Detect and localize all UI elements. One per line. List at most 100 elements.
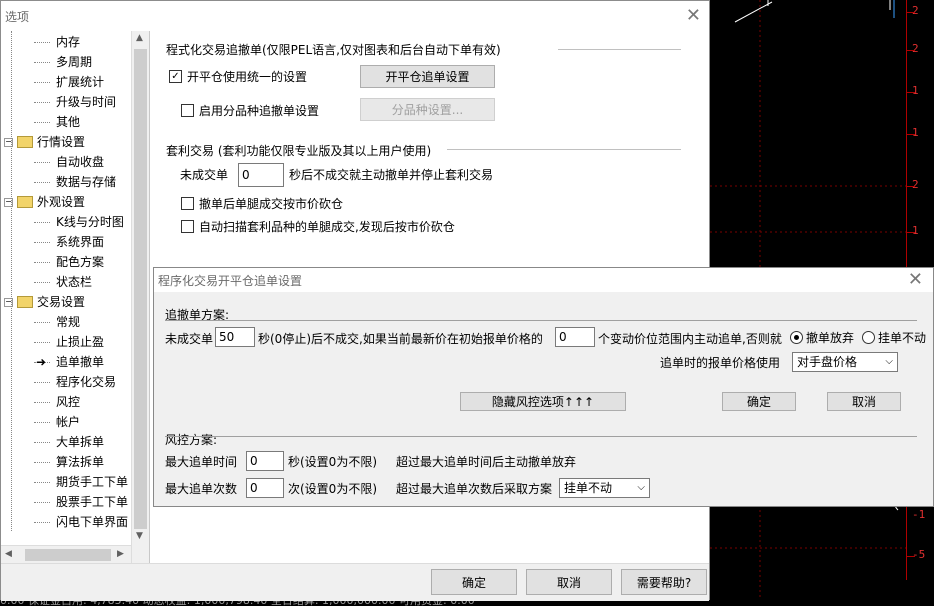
tree-item[interactable]: 帐户 xyxy=(34,413,80,431)
tree-item[interactable]: ➜ 追单撤单 xyxy=(34,353,104,371)
arb-unfilled-suffix: 秒后不成交就主动撤单并停止套利交易 xyxy=(289,168,494,182)
cancel-button[interactable]: 取消 xyxy=(526,569,612,595)
risk-section-title: 风控方案: xyxy=(165,433,218,447)
tree-item[interactable]: 多周期 xyxy=(34,53,93,71)
tree-connector xyxy=(34,322,50,323)
tree-item[interactable]: 其他 xyxy=(34,113,80,131)
tree-item[interactable]: 内存 xyxy=(34,33,81,51)
tree-item-label: 大单拆单 xyxy=(56,435,105,449)
tree-item[interactable]: 配色方案 xyxy=(34,253,104,271)
arb-seconds-input[interactable]: 0 xyxy=(238,163,284,187)
arbitrage-title: 套利交易 (套利功能仅限专业版及其以上用户使用) xyxy=(166,144,432,158)
tree-item-label: 股票手工下单 xyxy=(56,495,129,509)
tree-item[interactable]: 系统界面 xyxy=(34,233,104,251)
tree-item-label: 风控 xyxy=(56,395,81,409)
tree-item[interactable]: − 行情设置 xyxy=(4,133,86,151)
ticks-input[interactable]: 0 xyxy=(555,327,595,347)
tree-item-label: 内存 xyxy=(56,35,81,49)
auto-scan-checkbox[interactable]: 自动扫描套利品种的单腿成交,发现后按市价砍仓 xyxy=(181,218,455,235)
dialog-cancel-button[interactable]: 取消 xyxy=(827,392,901,411)
help-button[interactable]: 需要帮助? xyxy=(621,569,707,595)
tree-item[interactable]: 数据与存储 xyxy=(34,173,116,191)
tree-item[interactable]: K线与分时图 xyxy=(34,213,124,231)
radio-cancel-abandon[interactable]: 撤单放弃 xyxy=(790,329,854,346)
tree-vertical-scrollbar[interactable]: ▲ ▼ xyxy=(131,31,149,565)
ticks-suffix: 个变动价位范围内主动追单,否则就 xyxy=(598,332,782,346)
tree-item[interactable]: 状态栏 xyxy=(34,273,92,291)
window-footer: 确定 取消 需要帮助? xyxy=(1,563,709,601)
tree-item[interactable]: 止损止盈 xyxy=(34,333,105,351)
tree-item-label: 闪电下单界面 xyxy=(56,515,129,529)
checkbox-box xyxy=(181,104,194,117)
tree-connector xyxy=(34,522,50,523)
radio-hang-order[interactable]: 挂单不动 xyxy=(862,329,926,346)
open-close-settings-button[interactable]: 开平仓追单设置 xyxy=(360,65,495,88)
tree-item[interactable]: 风控 xyxy=(34,393,81,411)
tree-item[interactable]: 升级与时间 xyxy=(34,93,116,111)
max-count-input[interactable]: 0 xyxy=(246,478,284,498)
tree-item[interactable]: 程序化交易 xyxy=(34,373,116,391)
scroll-up-icon[interactable]: ▲ xyxy=(136,33,143,43)
tree-horizontal-scrollbar[interactable]: ◀ ▶ xyxy=(1,545,131,564)
unfilled-label: 未成交单 xyxy=(165,332,214,346)
tree-item[interactable]: 期货手工下单 xyxy=(34,473,128,491)
window-titlebar: 选项 ✕ xyxy=(1,1,709,31)
close-icon[interactable]: ✕ xyxy=(686,5,701,26)
checkbox-box: ✓ xyxy=(169,70,182,83)
axis-dash xyxy=(907,92,915,93)
by-variety-checkbox[interactable]: 启用分品种追撤单设置 xyxy=(181,102,319,119)
tree-item-label: 多周期 xyxy=(56,55,93,69)
max-time-label: 最大追单时间 xyxy=(165,455,238,469)
axis-tick: 2 xyxy=(912,4,919,17)
max-count-suffix: 次(设置0为不限) xyxy=(288,482,377,496)
tree-item[interactable]: − 外观设置 xyxy=(4,193,85,211)
checkbox-box xyxy=(181,220,194,233)
tree-item[interactable]: 大单拆单 xyxy=(34,433,105,451)
tree-connector xyxy=(34,222,50,223)
dialog-titlebar: 程序化交易开平仓追单设置 ✕ xyxy=(154,268,933,292)
price-select[interactable]: 对手盘价格 ⌵ xyxy=(792,352,898,372)
axis-tick: -5 xyxy=(912,548,926,561)
tree-connector xyxy=(34,162,50,163)
tree-item[interactable]: 算法拆单 xyxy=(34,453,105,471)
dialog-ok-button[interactable]: 确定 xyxy=(722,392,796,411)
divider xyxy=(558,49,681,50)
tree-connector xyxy=(34,82,50,83)
tree-item-label: 止损止盈 xyxy=(56,335,105,349)
scroll-thumb[interactable] xyxy=(134,49,147,529)
max-count-action-select[interactable]: 挂单不动 ⌵ xyxy=(559,478,650,498)
unified-setting-checkbox[interactable]: ✓ 开平仓使用统一的设置 xyxy=(169,68,307,85)
tree-connector xyxy=(34,442,50,443)
tree-connector xyxy=(34,482,50,483)
ok-button[interactable]: 确定 xyxy=(431,569,517,595)
axis-dash xyxy=(907,556,915,557)
hide-risk-button[interactable]: 隐藏风控选项↑↑↑ xyxy=(460,392,626,411)
tree-item-label: 算法拆单 xyxy=(56,455,105,469)
by-variety-settings-button[interactable]: 分品种设置... xyxy=(360,98,495,121)
close-icon[interactable]: ✕ xyxy=(908,269,923,290)
current-arrow-icon: ➜ xyxy=(36,355,47,369)
max-time-input[interactable]: 0 xyxy=(246,451,284,471)
chase-order-dialog: 程序化交易开平仓追单设置 ✕ 追撤单方案: 未成交单 50 秒(0停止)后不成交… xyxy=(153,267,934,507)
tree-connector xyxy=(34,422,50,423)
chase-seconds-input[interactable]: 50 xyxy=(215,327,255,347)
tree-item[interactable]: 常规 xyxy=(34,313,80,331)
tree-connector xyxy=(34,382,50,383)
tree-item[interactable]: 扩展统计 xyxy=(34,73,104,91)
scroll-down-icon[interactable]: ▼ xyxy=(136,531,143,541)
max-time-note: 超过最大追单时间后主动撤单放弃 xyxy=(396,455,577,469)
tree-connector xyxy=(11,31,13,531)
tree-item[interactable]: 股票手工下单 xyxy=(34,493,129,511)
tree-item-label: 行情设置 xyxy=(37,135,86,149)
folder-icon xyxy=(17,295,33,308)
scroll-right-icon[interactable]: ▶ xyxy=(117,549,124,559)
tree-item[interactable]: 闪电下单界面 xyxy=(34,513,129,531)
cancel-market-checkbox[interactable]: 撤单后单腿成交按市价砍仓 xyxy=(181,195,343,212)
tree-item[interactable]: − 交易设置 xyxy=(4,293,85,311)
scroll-thumb[interactable] xyxy=(25,549,111,561)
tree-item[interactable]: 自动收盘 xyxy=(34,153,104,171)
dialog-title: 程序化交易开平仓追单设置 xyxy=(158,274,303,288)
scroll-left-icon[interactable]: ◀ xyxy=(5,549,12,559)
axis-dash xyxy=(907,134,915,135)
axis-dash xyxy=(907,50,915,51)
